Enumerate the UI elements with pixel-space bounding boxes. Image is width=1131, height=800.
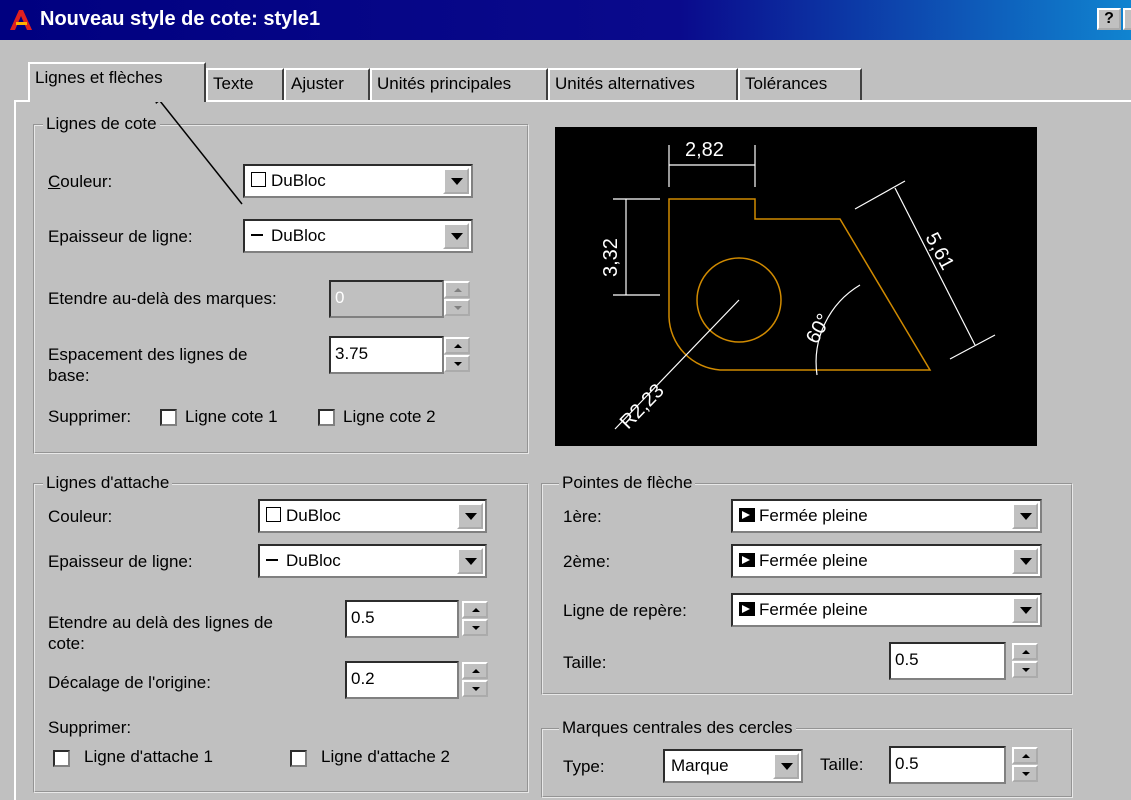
annotation-arrow-icon	[152, 91, 243, 205]
chevron-down-icon[interactable]	[1012, 597, 1038, 623]
suppress-extline-1-checkbox[interactable]	[53, 750, 70, 767]
suppress-dimline-2-label: Ligne cote 2	[343, 407, 436, 426]
dimline-baseline-input[interactable]: 3.75	[329, 336, 444, 374]
arrow-second-select[interactable]: Fermée pleine	[731, 544, 1042, 578]
centermark-type-label: Type:	[563, 757, 605, 776]
dimension-preview: 2,82 3,32 5,61 60° R2,23	[555, 127, 1037, 446]
suppress-dimline-1-checkbox[interactable]	[160, 409, 177, 426]
dimline-lineweight-value: DuBloc	[271, 226, 326, 245]
dimline-suppress-label: Supprimer:	[48, 407, 132, 426]
color-swatch-icon	[251, 172, 266, 187]
dimline-lineweight-label: Epaisseur de ligne:	[48, 227, 193, 246]
suppress-extline-2-label: Ligne d'attache 2	[321, 747, 450, 766]
preview-dim-left: 3,32	[600, 238, 622, 277]
close-button[interactable]	[1123, 8, 1131, 30]
centermark-size-label: Taille:	[820, 755, 864, 774]
arrow-size-label: Taille:	[563, 653, 607, 672]
tab-ajuster[interactable]: Ajuster	[284, 68, 370, 100]
extline-lineweight-label: Epaisseur de ligne:	[48, 552, 193, 571]
dimline-baseline-label-1: Espacement des lignes de	[48, 345, 248, 364]
group-title-center-marks: Marques centrales des cercles	[559, 718, 796, 738]
extline-extend-spinner[interactable]	[462, 601, 488, 637]
chevron-down-icon[interactable]	[457, 548, 483, 574]
dimline-baseline-label-2: base:	[48, 366, 90, 385]
arrow-second-label: 2ème:	[563, 552, 611, 571]
extline-color-label: Couleur:	[48, 507, 113, 526]
centermark-type-select[interactable]: Marque	[663, 749, 803, 783]
extline-lineweight-value: DuBloc	[286, 551, 341, 570]
tab-unites-alternatives[interactable]: Unités alternatives	[548, 68, 738, 100]
extline-color-value: DuBloc	[286, 506, 341, 525]
dimline-extend-spinner[interactable]	[444, 281, 470, 317]
dimline-extend-label: Etendre au-delà des marques:	[48, 289, 277, 308]
group-title-dimension-lines: Lignes de cote	[43, 114, 160, 134]
tab-lignes-et-fleches[interactable]: Lignes et flèches	[28, 62, 206, 102]
dimline-color-value: DuBloc	[271, 171, 326, 190]
autocad-app-icon[interactable]	[8, 8, 34, 32]
extline-offset-label: Décalage de l'origine:	[48, 673, 211, 692]
chevron-down-icon[interactable]	[1012, 503, 1038, 529]
dimline-lineweight-select[interactable]: DuBloc	[243, 219, 473, 253]
arrow-first-select[interactable]: Fermée pleine	[731, 499, 1042, 533]
chevron-down-icon[interactable]	[457, 503, 483, 529]
extline-lineweight-select[interactable]: DuBloc	[258, 544, 487, 578]
dimline-extend-input[interactable]: 0	[329, 280, 444, 318]
lineweight-icon	[266, 559, 278, 561]
arrow-size-spinner[interactable]	[1012, 643, 1038, 679]
window-title: Nouveau style de cote: style1	[40, 8, 321, 30]
chevron-down-icon[interactable]	[1012, 548, 1038, 574]
tab-tolerances[interactable]: Tolérances	[738, 68, 862, 100]
suppress-extline-1-label: Ligne d'attache 1	[84, 747, 213, 766]
arrowhead-icon	[739, 553, 755, 567]
arrowhead-icon	[739, 602, 755, 616]
arrow-size-input[interactable]: 0.5	[889, 642, 1006, 680]
extline-extend-label-2: cote:	[48, 634, 85, 653]
arrow-leader-label: Ligne de repère:	[563, 601, 687, 620]
extline-extend-input[interactable]: 0.5	[345, 600, 459, 638]
extline-suppress-label: Supprimer:	[48, 718, 132, 737]
color-swatch-icon	[266, 507, 281, 522]
suppress-dimline-1-label: Ligne cote 1	[185, 407, 278, 426]
lineweight-icon	[251, 234, 263, 236]
preview-dim-top: 2,82	[685, 139, 724, 161]
group-title-extension-lines: Lignes d'attache	[43, 473, 173, 493]
extline-color-select[interactable]: DuBloc	[258, 499, 487, 533]
dimline-color-label: Couleur:	[48, 172, 113, 191]
chevron-down-icon[interactable]	[443, 223, 469, 249]
extline-offset-spinner[interactable]	[462, 662, 488, 698]
suppress-dimline-2-checkbox[interactable]	[318, 409, 335, 426]
dimline-baseline-spinner[interactable]	[444, 337, 470, 373]
arrow-leader-select[interactable]: Fermée pleine	[731, 593, 1042, 627]
suppress-extline-2-checkbox[interactable]	[290, 750, 307, 767]
extline-offset-input[interactable]: 0.2	[345, 661, 459, 699]
extline-extend-label-1: Etendre au delà des lignes de	[48, 613, 273, 632]
group-title-arrowheads: Pointes de flèche	[559, 473, 696, 493]
dimline-color-select[interactable]: DuBloc	[243, 164, 473, 198]
chevron-down-icon[interactable]	[773, 753, 799, 779]
tab-unites-principales[interactable]: Unités principales	[370, 68, 548, 100]
centermark-size-input[interactable]: 0.5	[889, 746, 1006, 784]
arrowhead-icon	[739, 508, 755, 522]
centermark-size-spinner[interactable]	[1012, 747, 1038, 783]
chevron-down-icon[interactable]	[443, 168, 469, 194]
help-button[interactable]: ?	[1097, 8, 1121, 30]
arrow-first-label: 1ère:	[563, 507, 602, 526]
